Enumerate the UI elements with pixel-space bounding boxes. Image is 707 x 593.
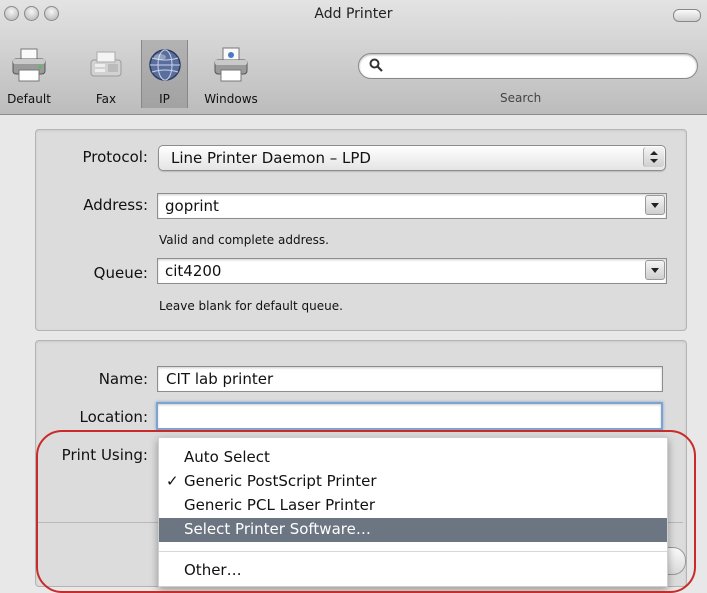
search-icon <box>369 58 383 72</box>
toolbar-default-label: Default <box>7 92 51 106</box>
name-value: CIT lab printer <box>166 370 274 388</box>
toolbar-toggle-button[interactable] <box>673 9 701 22</box>
queue-label: Queue: <box>93 264 148 282</box>
toolbar-windows-label: Windows <box>204 92 258 106</box>
toolbar-fax-button[interactable]: Fax <box>86 40 126 108</box>
queue-combo-box[interactable]: cit4200 <box>157 258 667 284</box>
search-label: Search <box>500 91 542 105</box>
name-label: Name: <box>98 370 148 388</box>
name-field[interactable]: CIT lab printer <box>157 366 663 392</box>
popup-arrows-icon <box>643 147 664 167</box>
fax-icon <box>90 51 122 77</box>
toolbar-ip-label: IP <box>159 92 170 106</box>
window-title: Add Printer <box>314 6 393 22</box>
search-field[interactable] <box>358 53 698 79</box>
address-value: goprint <box>165 197 219 215</box>
chevron-down-icon[interactable] <box>645 195 665 215</box>
add-printer-window: Add Printer Default Fax IP Windows Searc… <box>0 0 707 593</box>
location-label: Location: <box>79 408 149 426</box>
printer-icon <box>12 48 46 82</box>
location-field[interactable] <box>156 402 663 430</box>
toolbar-fax-label: Fax <box>95 92 117 106</box>
toolbar-windows-button[interactable]: Windows <box>196 40 266 108</box>
protocol-value: Line Printer Daemon – LPD <box>171 149 371 167</box>
globe-icon <box>148 49 181 81</box>
chevron-down-icon[interactable] <box>645 260 665 280</box>
queue-value: cit4200 <box>165 262 222 280</box>
toolbar-default-button[interactable]: Default <box>0 40 58 108</box>
title-bar: Add Printer Default Fax IP Windows Searc… <box>0 0 707 115</box>
address-hint: Valid and complete address. <box>159 233 329 247</box>
queue-hint: Leave blank for default queue. <box>159 299 343 313</box>
address-combo-box[interactable]: goprint <box>157 193 667 219</box>
annotation-callout-circle <box>36 430 696 593</box>
protocol-label: Protocol: <box>82 148 148 166</box>
toolbar-ip-button[interactable]: IP <box>141 40 188 108</box>
address-label: Address: <box>83 196 148 214</box>
windows-printer-icon <box>214 47 248 82</box>
protocol-popup[interactable]: Line Printer Daemon – LPD <box>158 145 666 171</box>
